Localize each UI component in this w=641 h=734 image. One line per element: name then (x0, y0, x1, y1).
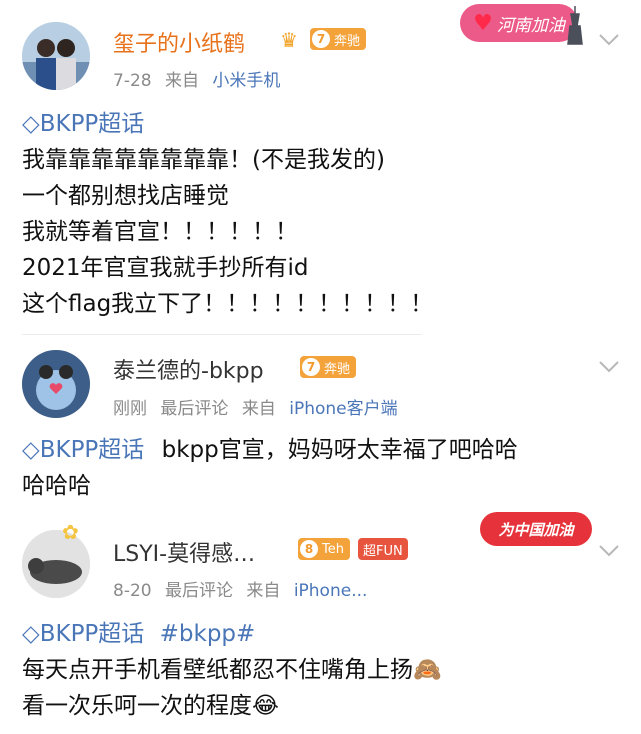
text-line: 每天点开手机看壁纸都忍不住嘴角上扬🙈 (22, 657, 442, 683)
text-line: 我靠靠靠靠靠靠靠靠！(不是我发的) (22, 147, 385, 173)
diamond-icon: ◇ (22, 437, 40, 463)
level-badge[interactable]: 7 奔驰 (310, 28, 367, 50)
tower-icon (567, 6, 583, 45)
heart-icon: ♥ (473, 10, 493, 36)
diamond-icon: ◇ (22, 621, 40, 647)
fun-badge[interactable]: 超FUN (358, 538, 408, 560)
post-meta: 刚刚 最后评论 来自 iPhone客户端 (113, 399, 398, 419)
source-link[interactable]: iPhone客户端 (289, 399, 397, 419)
post-1: 玺子的小纸鹤 ♛ 7 奔驰 ♥ 河南加油 7-28 来自 小米手机 ◇BKPP超… (0, 0, 641, 336)
supertopic-link[interactable]: ◇BKPP超话 (22, 437, 144, 463)
username[interactable]: 泰兰德的-bkpp (113, 353, 264, 385)
post-content: ◇BKPP超话 我靠靠靠靠靠靠靠靠！(不是我发的) 一个都别想找店睡觉 我就等着… (22, 106, 433, 322)
text-line: 哈哈哈 (22, 473, 91, 499)
hashtag-link[interactable]: #bkpp# (160, 621, 256, 647)
post-meta: 8-20 最后评论 来自 iPhone... (113, 581, 368, 601)
avatar[interactable] (22, 530, 90, 598)
sticker-henan: ♥ 河南加油 (460, 4, 578, 42)
username[interactable]: 玺子的小纸鹤 (113, 26, 245, 58)
text-line: bkpp官宣，妈妈呀太幸福了吧哈哈 (161, 437, 518, 463)
chevron-down-icon[interactable] (598, 360, 620, 374)
diamond-icon: ◇ (22, 111, 40, 137)
divider (22, 334, 422, 335)
text-line: 2021年官宣我就手抄所有id (22, 255, 309, 281)
post-content: ◇BKPP超话 bkpp官宣，妈妈呀太幸福了吧哈哈 哈哈哈 (22, 432, 518, 504)
level-badge[interactable]: 7 奔驰 (300, 356, 357, 378)
avatar[interactable] (22, 350, 90, 418)
text-line: 这个flag我立下了！！！！！！！！！！ (22, 291, 434, 317)
text-line: 一个都别想找店睡觉 (22, 183, 229, 209)
avatar[interactable] (22, 22, 90, 90)
source-link[interactable]: 小米手机 (212, 71, 280, 91)
chevron-down-icon[interactable] (598, 33, 620, 47)
post-meta: 7-28 来自 小米手机 (113, 71, 281, 91)
post-content: ◇BKPP超话 #bkpp# 每天点开手机看壁纸都忍不住嘴角上扬🙈 看一次乐呵一… (22, 616, 442, 724)
username[interactable]: LSYI-莫得感… (113, 536, 255, 568)
supertopic-link[interactable]: ◇BKPP超话 (22, 621, 144, 647)
post-2: 泰兰德的-bkpp 7 奔驰 刚刚 最后评论 来自 iPhone客户端 ◇BKP… (0, 336, 641, 506)
text-line: 看一次乐呵一次的程度😂 (22, 693, 279, 719)
chevron-down-icon[interactable] (598, 544, 620, 558)
flower-icon: ✿ (62, 520, 79, 544)
text-line: 我就等着官宣！！！！！！ (22, 219, 298, 245)
supertopic-link[interactable]: ◇BKPP超话 (22, 111, 144, 137)
level-badge[interactable]: 8 Teh (298, 538, 350, 560)
post-3: ✿ LSYI-莫得感… 8 Teh 超FUN 为中国加油 8-20 最后评论 来… (0, 506, 641, 734)
crown-icon: ♛ (280, 28, 298, 52)
source-link[interactable]: iPhone... (294, 581, 368, 601)
sticker-china: 为中国加油 (480, 512, 592, 546)
